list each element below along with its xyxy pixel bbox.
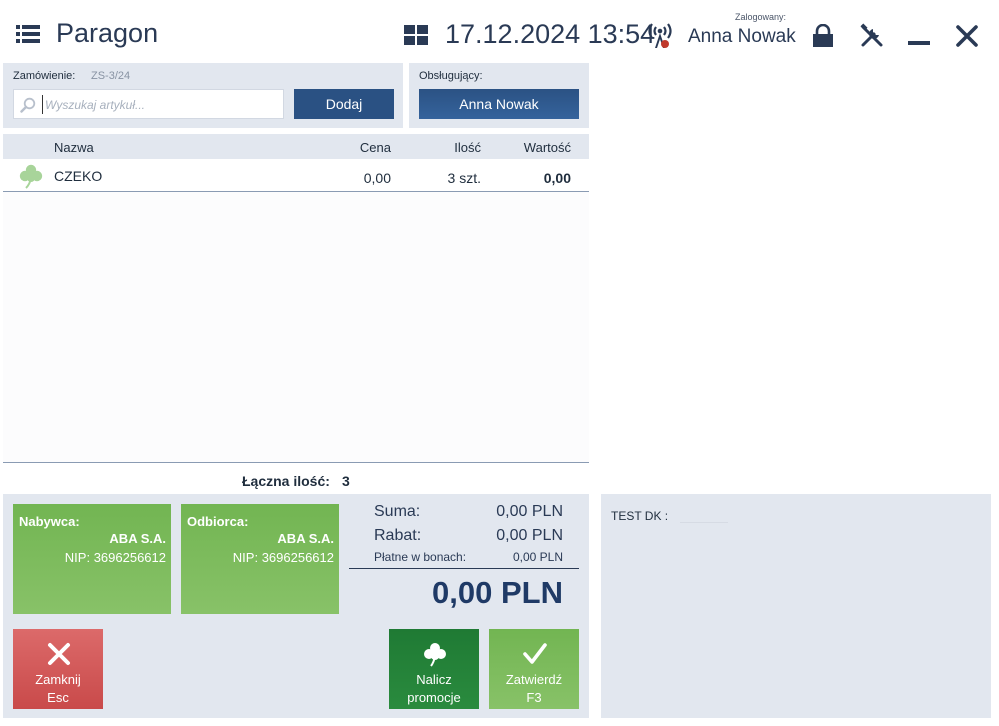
logged-in-user: Anna Nowak (688, 26, 796, 47)
add-button[interactable]: Dodaj (294, 89, 394, 119)
grand-total: 0,00 PLN (432, 575, 563, 610)
total-quantity-value: 3 (342, 473, 350, 489)
clover-icon (19, 164, 43, 189)
row-name: CZEKO (54, 168, 103, 184)
attributes-panel: TEST DK : (601, 494, 991, 718)
buyer-title: Nabywca: (19, 514, 80, 529)
discount-value: 0,00 PLN (496, 527, 563, 544)
apply-promotions-button[interactable]: Nalicz promocje (389, 629, 479, 709)
test-dk-field[interactable] (680, 509, 728, 523)
test-dk-label: TEST DK : (611, 509, 669, 523)
buyer-name: ABA S.A. (109, 531, 166, 546)
column-header-value[interactable]: Wartość (524, 140, 571, 155)
recipient-name: ABA S.A. (277, 531, 334, 546)
row-price: 0,00 (363, 170, 391, 186)
cashier-panel: Obsługujący: Anna Nowak (409, 63, 589, 128)
vouchers-value: 0,00 PLN (512, 550, 563, 564)
close-button[interactable]: Zamknij Esc (13, 629, 103, 709)
row-quantity: 3 szt. (447, 170, 481, 186)
cashier-label: Obsługujący: (419, 70, 483, 82)
total-quantity-bar: Łączna ilość: 3 (3, 462, 589, 493)
column-header-quantity[interactable]: Ilość (454, 140, 481, 155)
column-header-price[interactable]: Cena (360, 140, 391, 155)
recipient-title: Odbiorca: (187, 514, 249, 529)
row-value: 0,00 (543, 170, 571, 186)
logged-in-label: Zalogowany: (735, 12, 787, 22)
buyer-card[interactable]: Nabywca: ABA S.A. NIP: 3696256612 (13, 504, 171, 614)
discount-label: Rabat: (374, 527, 422, 544)
promo-button-label-2: promocje (407, 690, 461, 705)
search-input[interactable] (42, 95, 280, 114)
total-quantity-label: Łączna ilość: (242, 473, 330, 489)
divider (349, 568, 579, 569)
table-header: Nazwa Cena Ilość Wartość (3, 134, 589, 159)
search-box[interactable] (13, 89, 284, 119)
close-button-shortcut: Esc (47, 690, 69, 705)
recipient-nip: NIP: 3696256612 (232, 550, 334, 565)
table-row[interactable]: CZEKO 0,00 3 szt. 0,00 (3, 159, 589, 192)
order-panel: Zamówienie: ZS-3/24 Dodaj (3, 63, 403, 128)
confirm-button-shortcut: F3 (526, 690, 542, 705)
confirm-button[interactable]: Zatwierdź F3 (489, 629, 579, 709)
search-icon (20, 97, 36, 113)
menu-icon[interactable] (16, 24, 40, 44)
app-title: Paragon (56, 18, 159, 48)
lock-icon[interactable] (811, 24, 835, 48)
order-label: Zamówienie: (13, 70, 76, 82)
vouchers-label: Płatne w bonach: (374, 550, 467, 564)
tools-icon[interactable] (859, 23, 885, 49)
recipient-card[interactable]: Odbiorca: ABA S.A. NIP: 3696256612 (181, 504, 339, 614)
checkmark-icon (523, 643, 547, 664)
confirm-button-label: Zatwierdź (505, 672, 563, 687)
cashier-button[interactable]: Anna Nowak (419, 89, 579, 119)
column-header-name[interactable]: Nazwa (54, 140, 94, 155)
summary-panel: Nabywca: ABA S.A. NIP: 3696256612 Odbior… (3, 494, 589, 718)
close-button-label: Zamknij (35, 672, 81, 687)
top-bar: Paragon 17.12.2024 13:54 Zalogowany: Ann… (0, 0, 999, 62)
buyer-nip: NIP: 3696256612 (64, 550, 166, 565)
close-x-icon (48, 643, 70, 665)
items-table: Nazwa Cena Ilość Wartość CZEKO 0,00 3 sz… (3, 134, 589, 462)
signal-icon[interactable] (646, 20, 674, 50)
close-icon[interactable] (954, 23, 980, 49)
promo-button-label: Nalicz (416, 672, 452, 687)
sum-label: Suma: (374, 503, 421, 520)
grid-icon[interactable] (404, 25, 428, 45)
clover-icon (424, 643, 446, 667)
minimize-icon[interactable] (906, 24, 932, 48)
sum-value: 0,00 PLN (496, 503, 563, 520)
datetime: 17.12.2024 13:54 (445, 19, 656, 49)
order-number: ZS-3/24 (91, 70, 131, 82)
